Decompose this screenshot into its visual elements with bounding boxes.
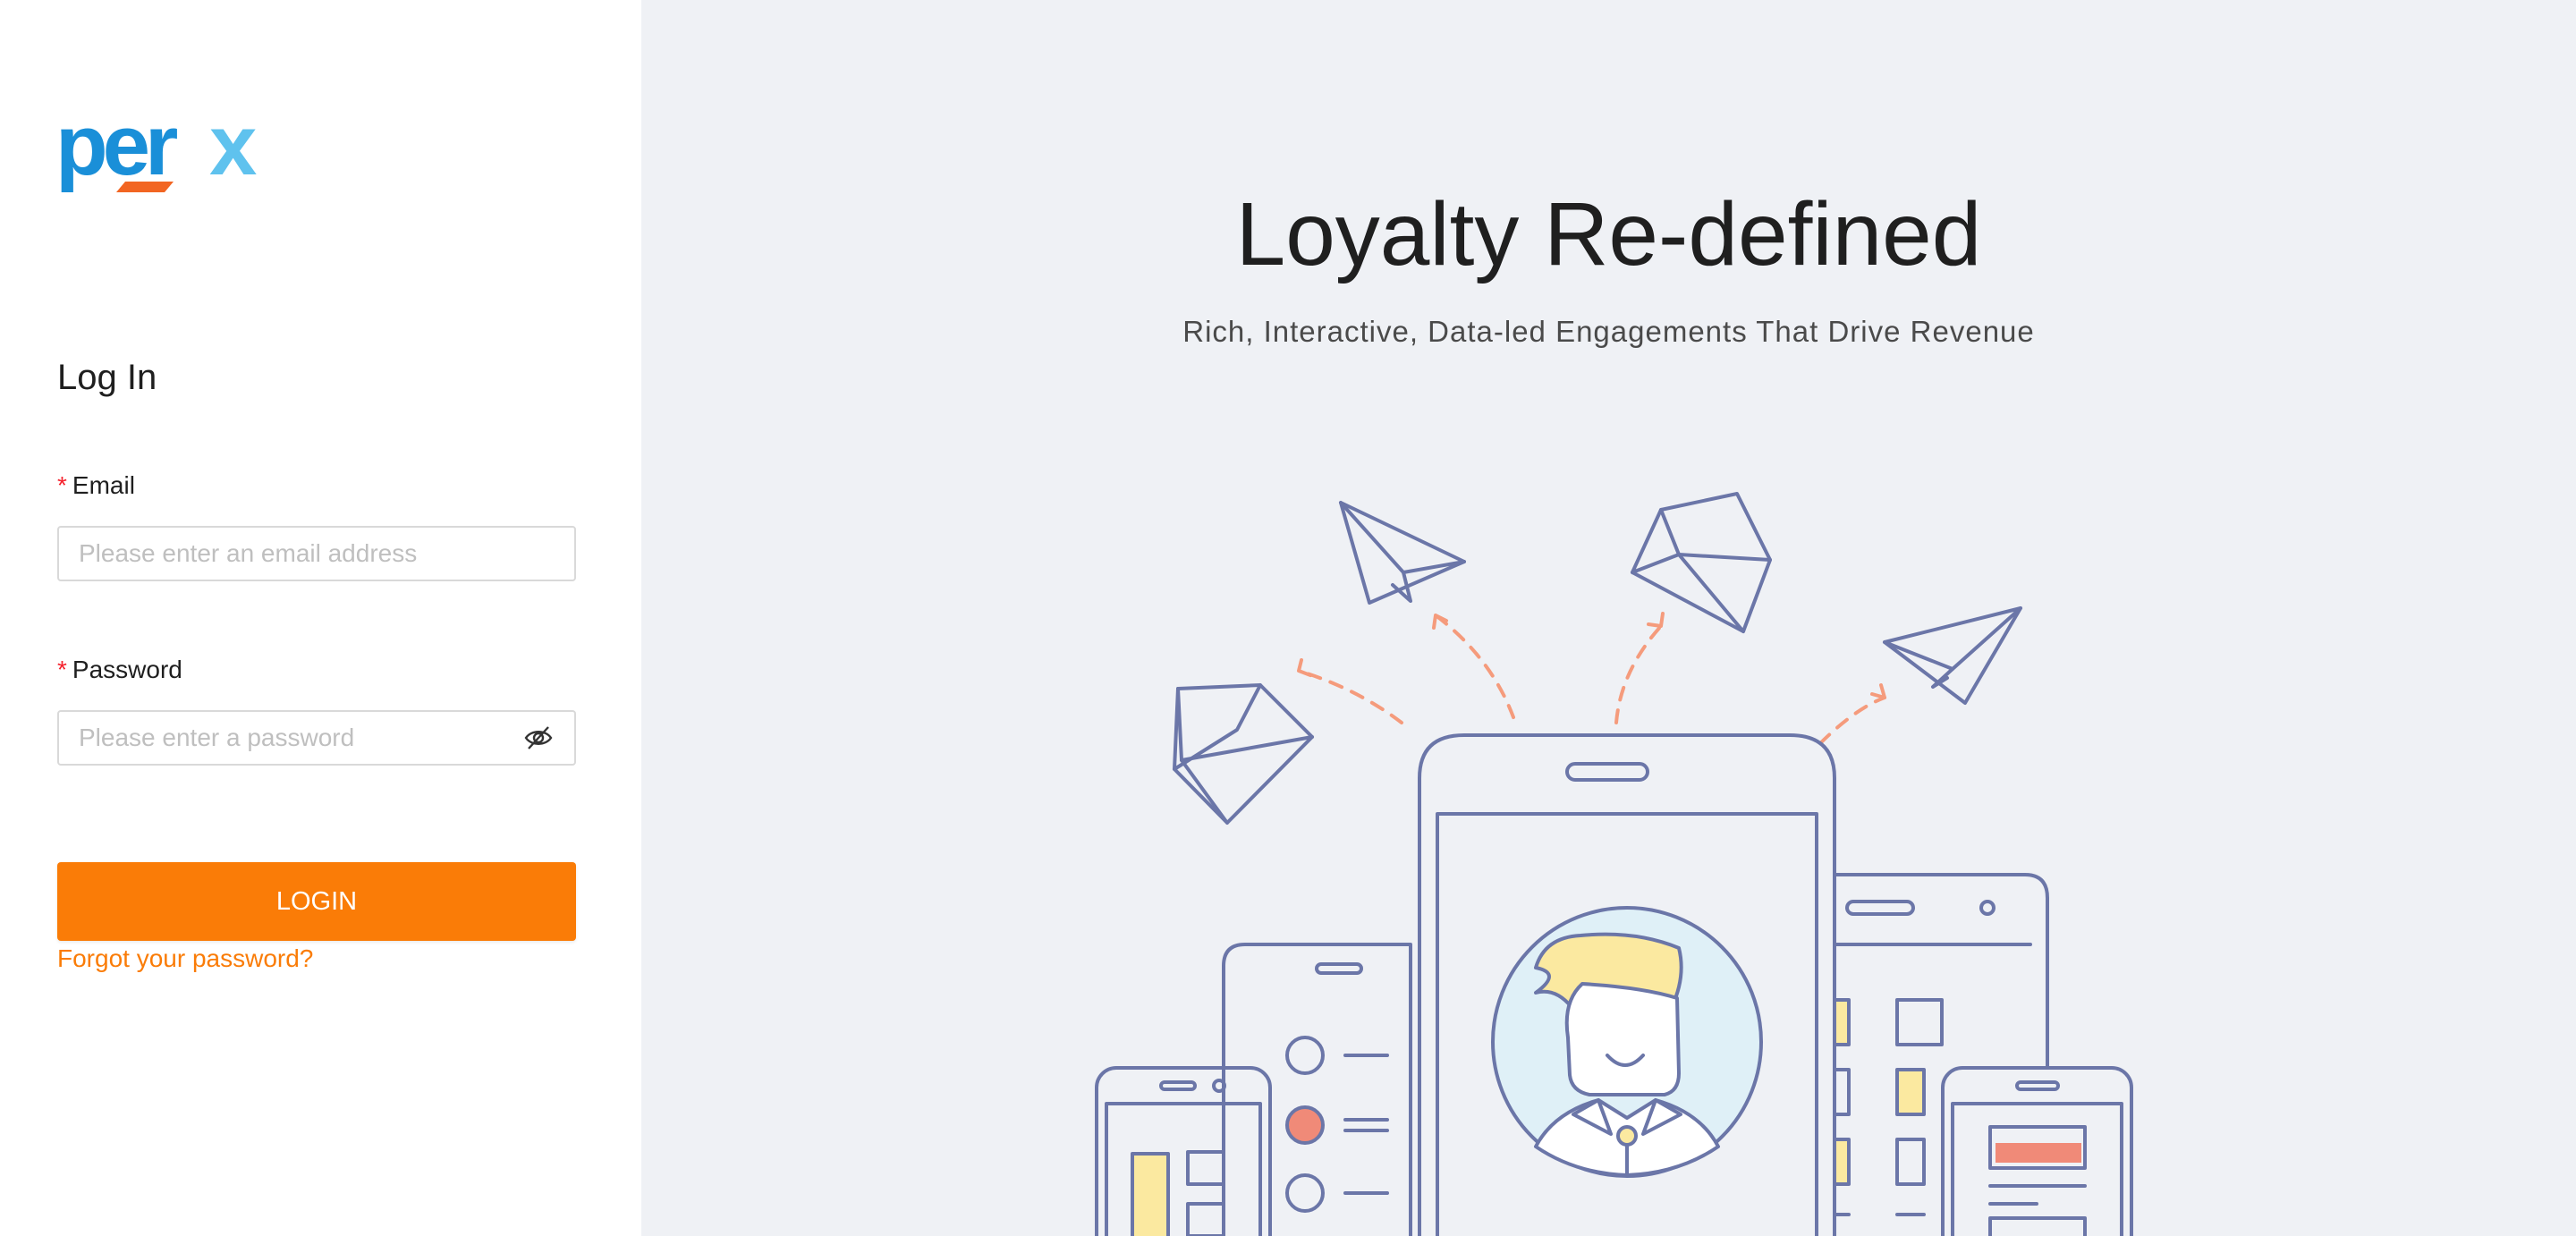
forgot-password-link[interactable]: Forgot your password?	[57, 944, 313, 973]
phone-center	[1418, 733, 1836, 1236]
paper-plane-right-icon	[1883, 606, 2022, 705]
eye-hidden-icon[interactable]	[524, 724, 553, 751]
paper-plane-left-icon	[1339, 501, 1466, 605]
arrow-heads	[1297, 612, 1886, 699]
email-label-text: Email	[72, 471, 135, 499]
password-label-text: Password	[72, 656, 182, 683]
svg-text:per: per	[55, 112, 177, 193]
envelope-left-icon	[1173, 683, 1314, 825]
phone-right-small	[1941, 1066, 2133, 1236]
login-panel: per x Log In *Email *Password LOGIN Forg…	[0, 0, 641, 1236]
hero-illustration	[1095, 492, 2133, 1236]
hero-title: Loyalty Re-defined	[1235, 184, 1982, 284]
phone-left-small	[1095, 1066, 1272, 1236]
email-label: * Email	[57, 471, 135, 500]
required-mark: *	[57, 656, 67, 683]
email-input[interactable]	[57, 526, 576, 581]
password-input[interactable]	[57, 710, 576, 766]
required-mark: *	[57, 471, 67, 499]
envelope-top-icon	[1631, 492, 1772, 633]
hero-panel: Loyalty Re-defined Rich, Interactive, Da…	[641, 0, 2576, 1236]
login-button[interactable]: LOGIN	[57, 862, 576, 941]
password-label: * Password	[57, 656, 182, 684]
perx-logo: per x	[55, 112, 257, 193]
svg-text:x: x	[209, 112, 257, 193]
hero-subtitle: Rich, Interactive, Data-led Engagements …	[1182, 315, 2035, 348]
login-title: Log In	[57, 358, 157, 397]
